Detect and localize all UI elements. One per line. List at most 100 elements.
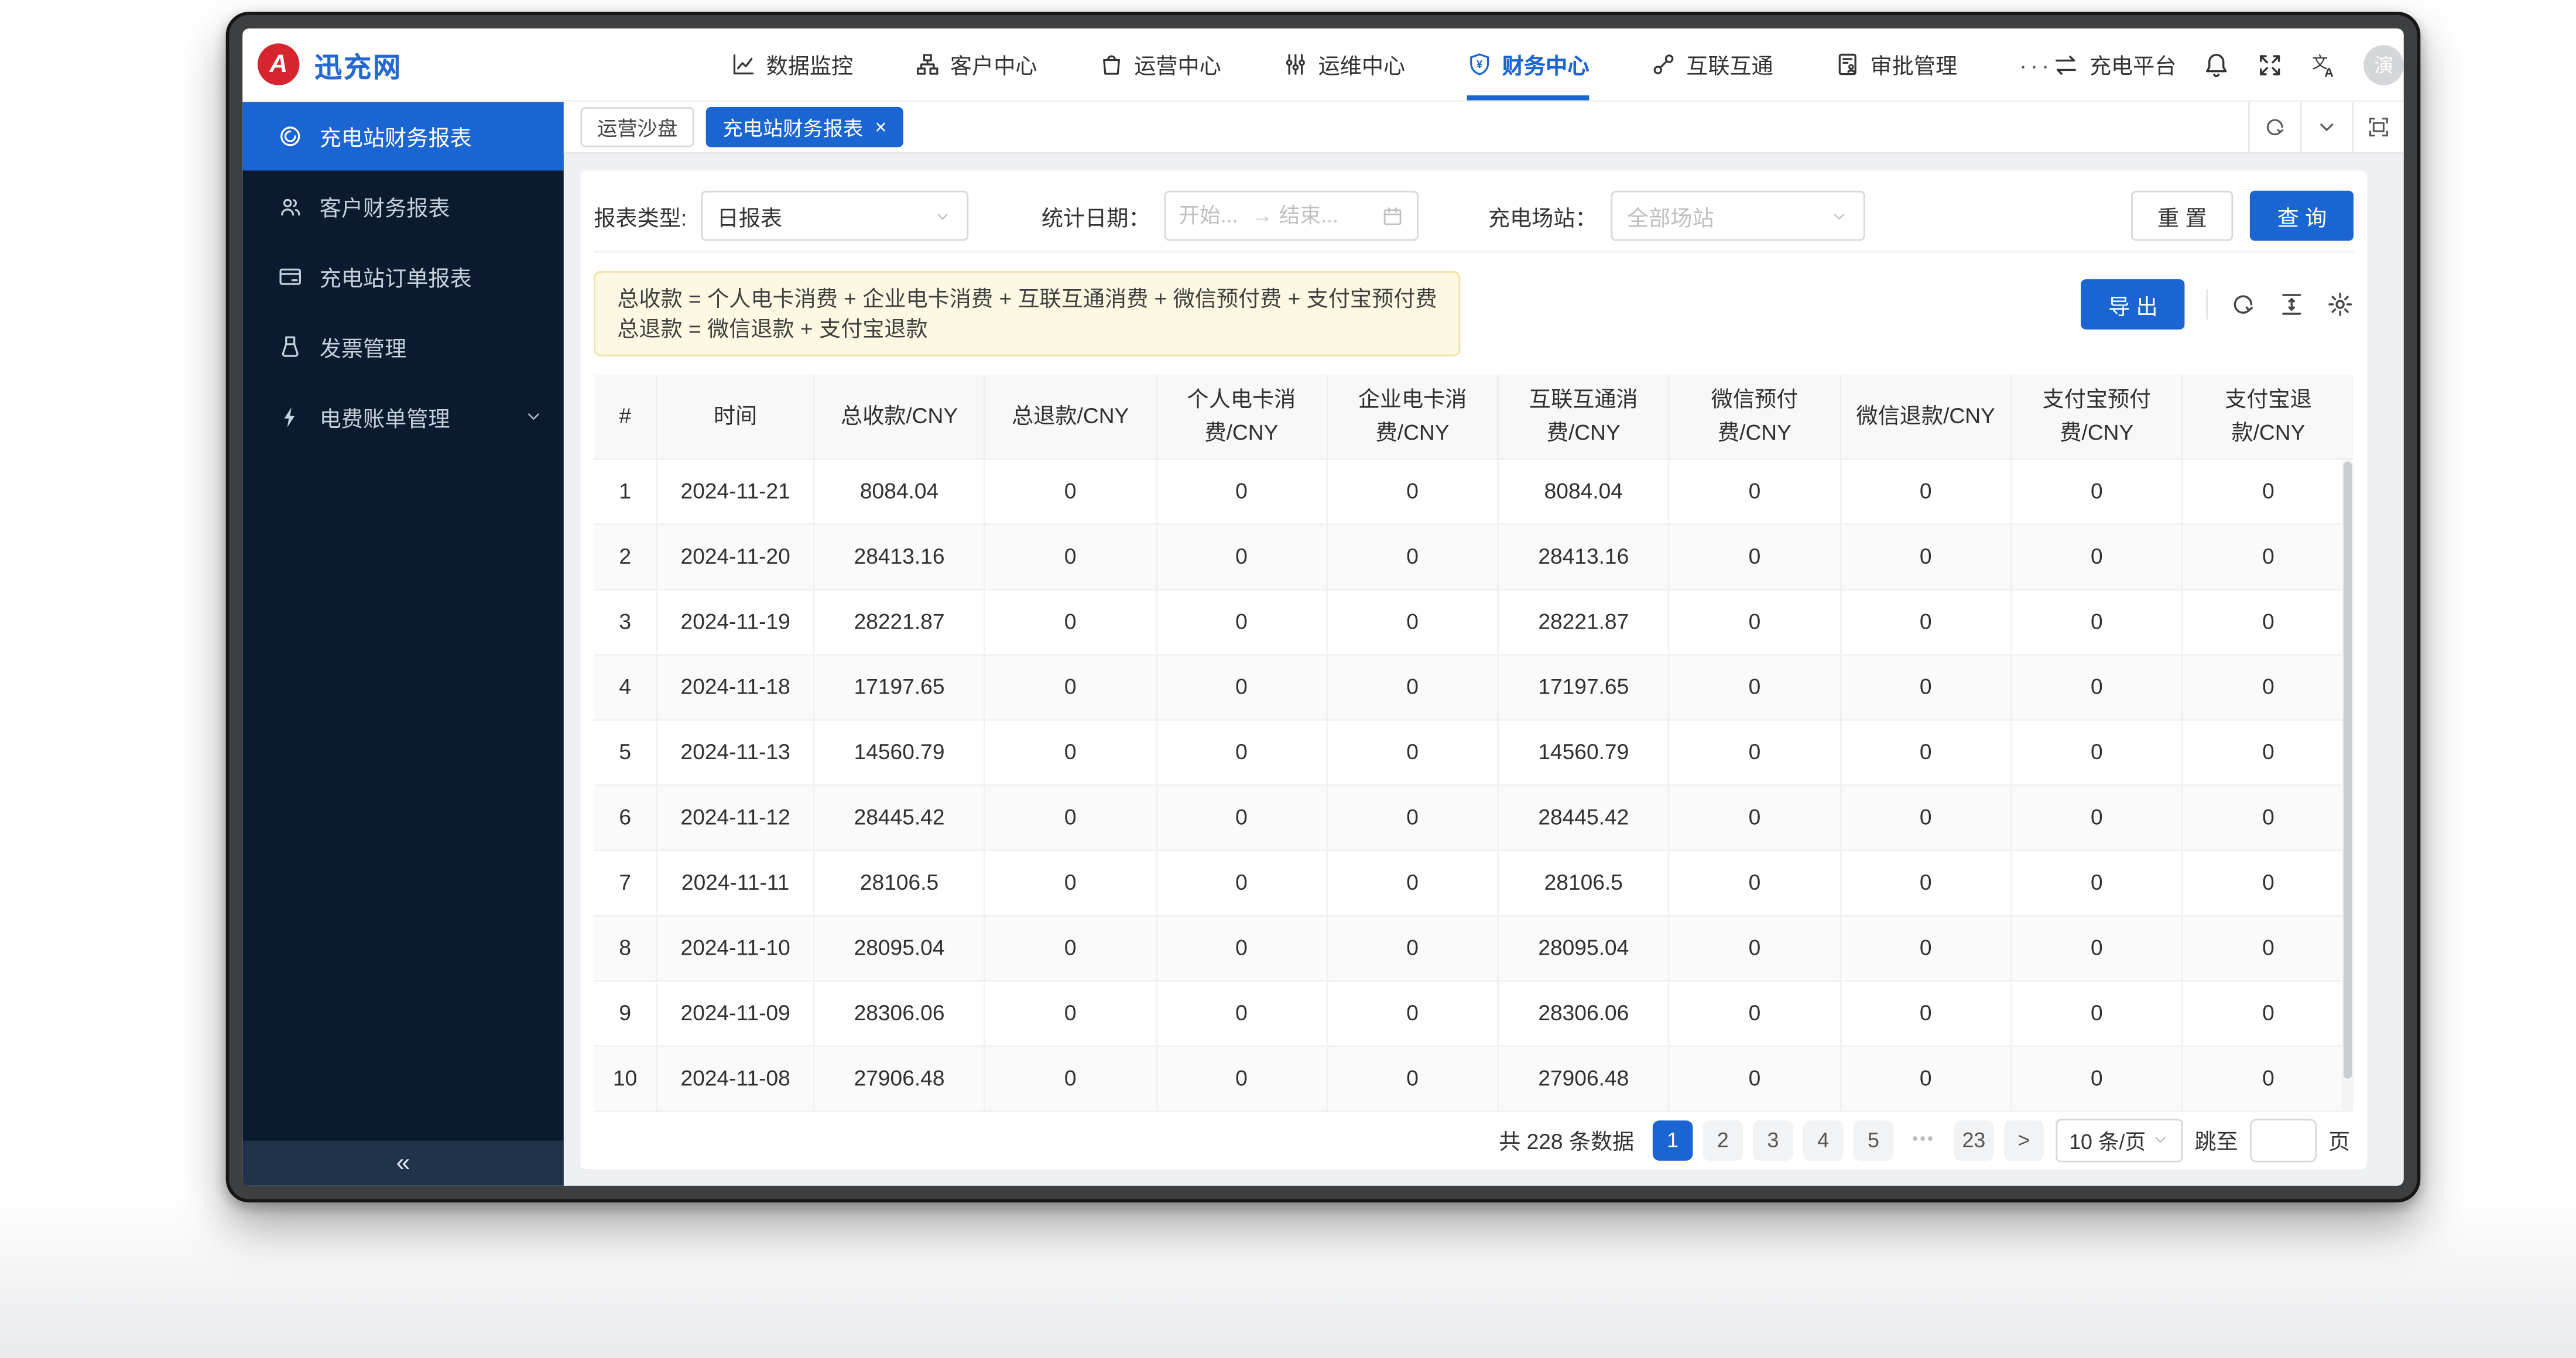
table-cell: 28095.04: [814, 915, 985, 980]
notification-bell-icon[interactable]: [2203, 51, 2230, 78]
column-header: 个人电卡消费/CNY: [1156, 375, 1327, 458]
sidebar-collapse-button[interactable]: «: [242, 1141, 564, 1186]
table-cell: 0: [985, 850, 1156, 915]
refresh-table-icon[interactable]: [2230, 291, 2257, 318]
top-nav-item-data-monitor[interactable]: 数据监控: [731, 29, 854, 101]
end-date-input[interactable]: [1279, 204, 1346, 228]
user-menu[interactable]: 演 演示用户: [2364, 44, 2404, 85]
pagination-next-button[interactable]: >: [2004, 1120, 2044, 1160]
translate-icon[interactable]: 文A: [2310, 51, 2337, 78]
table-cell: 2024-11-19: [657, 589, 814, 654]
table-row: 32024-11-1928221.8700028221.870000: [594, 589, 2354, 654]
open-tabs: 运营沙盘 充电站财务报表 ×: [580, 107, 903, 148]
export-button[interactable]: 导 出: [2081, 279, 2184, 330]
report-type-label: 报表类型:: [594, 200, 687, 231]
table-row: 72024-11-1128106.500028106.50000: [594, 850, 2354, 915]
start-date-input[interactable]: [1179, 204, 1245, 228]
table-cell: 28306.06: [814, 980, 985, 1045]
sidebar-item-station-order-report[interactable]: 充电站订单报表: [242, 241, 564, 311]
column-header: 互联互通消费/CNY: [1498, 375, 1669, 458]
top-nav-overflow[interactable]: ···: [2019, 29, 2053, 101]
column-settings-gear-icon[interactable]: [2327, 291, 2354, 318]
table-cell: 0: [2182, 524, 2354, 589]
tab-close-icon[interactable]: ×: [875, 117, 886, 137]
top-nav-item-maintenance-center[interactable]: 运维中心: [1283, 29, 1406, 101]
tab-options-chevron-icon[interactable]: [2300, 102, 2352, 152]
column-header: #: [594, 375, 657, 458]
body-row: 充电站财务报表客户财务报表充电站订单报表发票管理电费账单管理 « 运营沙盘充电站…: [242, 102, 2403, 1185]
tab-label: 充电站财务报表: [722, 113, 863, 142]
top-nav-item-label: 财务中心: [1502, 49, 1590, 80]
table-body: 12024-11-218084.040008084.04000022024-11…: [594, 458, 2354, 1110]
scrollbar-thumb[interactable]: [2344, 462, 2352, 1079]
pagination-page-3[interactable]: 3: [1753, 1120, 1793, 1160]
table-cell: 0: [1156, 589, 1327, 654]
main-area: 运营沙盘 充电站财务报表 × 报表类型: 日报表: [564, 102, 2404, 1185]
sliders-icon: [1283, 52, 1308, 77]
table-cell: 0: [1840, 784, 2011, 849]
chevron-down-icon: [2151, 1131, 2169, 1149]
reset-button[interactable]: 重 置: [2130, 191, 2234, 241]
sidebar-item-customer-finance-report[interactable]: 客户财务报表: [242, 170, 564, 241]
column-header: 支付宝预付费/CNY: [2011, 375, 2182, 458]
fullscreen-icon[interactable]: [2257, 51, 2284, 78]
table-cell: 0: [985, 915, 1156, 980]
top-bar: A 迅充网 数据监控客户中心运营中心运维中心¥财务中心互联互通审批管理··· 充…: [242, 29, 2403, 102]
top-nav-item-approval-management[interactable]: 审批管理: [1835, 29, 1958, 101]
sidebar-item-electricity-bill-management[interactable]: 电费账单管理: [242, 381, 564, 451]
link-icon: [1651, 52, 1676, 77]
table-cell: 2: [594, 524, 657, 589]
pagination-page-23[interactable]: 23: [1954, 1120, 1994, 1160]
report-type-select[interactable]: 日报表: [700, 191, 968, 241]
refresh-tab-icon[interactable]: [2248, 102, 2300, 152]
chevron-down-icon: [933, 207, 951, 225]
top-nav-item-customer-center[interactable]: 客户中心: [915, 29, 1037, 101]
page-size-select[interactable]: 10 条/页: [2056, 1118, 2183, 1161]
table-cell: 2024-11-10: [657, 915, 814, 980]
date-range-picker[interactable]: →: [1164, 191, 1418, 241]
table-cell: 0: [1327, 915, 1498, 980]
table-cell: 3: [594, 589, 657, 654]
bag-icon: [1099, 52, 1124, 77]
table-cell: 0: [1156, 719, 1327, 784]
table-cell: 17197.65: [1498, 654, 1669, 719]
table-cell: 0: [1669, 719, 1840, 784]
filter-actions: 重 置 查 询: [2130, 191, 2354, 241]
table-cell: 4: [594, 654, 657, 719]
column-header: 微信预付费/CNY: [1669, 375, 1840, 458]
page-size-value: 10 条/页: [2069, 1124, 2146, 1155]
brand-logo-icon: A: [258, 43, 299, 85]
jump-page-input[interactable]: [2250, 1118, 2317, 1161]
top-nav-item-interconnection[interactable]: 互联互通: [1651, 29, 1773, 101]
pagination-page-1[interactable]: 1: [1653, 1120, 1693, 1160]
table-cell: 0: [2182, 784, 2354, 849]
query-button[interactable]: 查 询: [2250, 191, 2354, 241]
pagination-page-5[interactable]: 5: [1854, 1120, 1894, 1160]
table-cell: 1: [594, 458, 657, 523]
sidebar-item-invoice-management[interactable]: 发票管理: [242, 311, 564, 381]
tab-label: 运营沙盘: [597, 113, 677, 142]
table-cell: 0: [1669, 850, 1840, 915]
tab-operation-sandbox[interactable]: 运营沙盘: [580, 107, 694, 148]
tab-station-finance-report[interactable]: 充电站财务报表 ×: [706, 107, 903, 148]
platform-switch[interactable]: 充电平台: [2053, 49, 2176, 80]
app-window: A 迅充网 数据监控客户中心运营中心运维中心¥财务中心互联互通审批管理··· 充…: [242, 29, 2403, 1186]
pagination-ellipsis[interactable]: •••: [1903, 1120, 1944, 1160]
top-nav-item-finance-center[interactable]: ¥财务中心: [1467, 29, 1590, 101]
table-cell: 2024-11-13: [657, 719, 814, 784]
report-table: #时间总收款/CNY总退款/CNY个人电卡消费/CNY企业电卡消费/CNY互联互…: [594, 375, 2354, 1112]
pagination-page-2[interactable]: 2: [1703, 1120, 1743, 1160]
pagination-page-4[interactable]: 4: [1803, 1120, 1844, 1160]
station-select[interactable]: 全部场站: [1610, 191, 1864, 241]
jump-suffix-label: 页: [2328, 1124, 2350, 1155]
table-cell: 0: [2182, 589, 2354, 654]
row-density-icon[interactable]: [2278, 291, 2305, 318]
sidebar-item-station-finance-report[interactable]: 充电站财务报表: [242, 102, 564, 170]
chart-line-icon: [731, 52, 756, 77]
maximize-view-icon[interactable]: [2352, 102, 2404, 152]
table-scrollbar[interactable]: [2342, 460, 2354, 1110]
table-cell: 0: [2182, 719, 2354, 784]
top-nav-item-label: 运营中心: [1134, 49, 1221, 80]
table-cell: 0: [1156, 784, 1327, 849]
top-nav-item-operation-center[interactable]: 运营中心: [1099, 29, 1221, 101]
